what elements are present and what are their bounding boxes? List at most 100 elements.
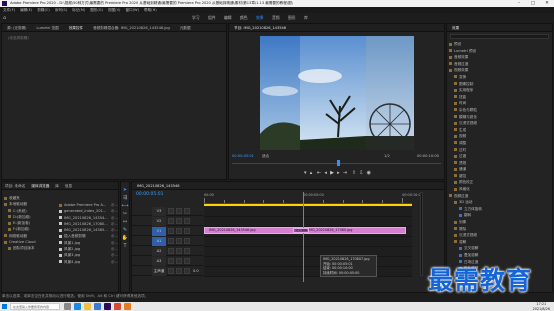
work-area-bar[interactable] — [204, 204, 412, 206]
file-list-item[interactable]: 风景4.jpg 示... — [59, 259, 118, 265]
track-lock-icon[interactable] — [168, 218, 174, 224]
effects-tree-item[interactable]: 3D 运动 — [449, 199, 552, 206]
effects-tree-item[interactable]: 视频效果 — [449, 67, 552, 74]
track-sync-icon[interactable] — [176, 258, 182, 264]
source-panel-tab[interactable]: 效果控件 — [69, 26, 83, 30]
menu-item[interactable]: 标记(M) — [72, 8, 85, 12]
source-panel-tab[interactable]: 源: (无剪辑) — [7, 26, 27, 30]
project-panel-tab[interactable]: 信息 — [65, 184, 72, 188]
pen-tool-icon[interactable]: ✎ — [121, 226, 129, 234]
go-to-out-icon[interactable]: ⇥ — [343, 170, 347, 176]
effects-tree-item[interactable]: 过时 — [449, 147, 552, 154]
program-timecode[interactable]: 00:00:05:01 — [232, 154, 254, 159]
maximize-icon[interactable]: □ — [526, 0, 540, 7]
workspace-tab[interactable]: 效果 — [256, 13, 264, 23]
play-icon[interactable]: ▶ — [330, 170, 334, 176]
go-to-in-icon[interactable]: ⇤ — [317, 170, 321, 176]
effects-tree-item[interactable]: 沉浸式视频 — [449, 232, 552, 239]
project-panel-tab[interactable]: 项目: 未命名 — [5, 184, 25, 188]
type-tool-icon[interactable]: T — [121, 242, 129, 250]
menu-item[interactable]: 文件(F) — [3, 8, 15, 12]
quality-dropdown[interactable]: 1/2 — [384, 154, 390, 159]
track-lock-icon[interactable] — [168, 268, 174, 274]
menu-item[interactable]: 帮助(H) — [144, 8, 157, 12]
track-sync-icon[interactable] — [176, 228, 182, 234]
timeline-clip[interactable]: 交叉溶解 — [293, 228, 309, 233]
effects-tree-item[interactable]: 调整 — [449, 140, 552, 147]
source-panel-tab[interactable]: Lumetri 范围 — [37, 26, 59, 30]
effects-tree-item[interactable]: 透视 — [449, 160, 552, 167]
effects-tree-item[interactable]: 生成 — [449, 127, 552, 134]
selection-tool-icon[interactable]: ➤ — [121, 186, 129, 194]
menu-item[interactable]: 视图(V) — [108, 8, 120, 12]
minimize-icon[interactable]: – — [512, 0, 526, 7]
step-forward-icon[interactable]: ▸ — [337, 170, 340, 176]
effects-tree-item[interactable]: 键控 — [449, 173, 552, 180]
effects-tree-item[interactable]: 叠加溶解 — [449, 252, 552, 259]
workspace-tab[interactable]: 颜色 — [240, 13, 248, 23]
workspace-tab[interactable]: 图形 — [288, 13, 296, 23]
menu-item[interactable]: 图形(G) — [90, 8, 103, 12]
effects-tree-item[interactable]: 通道 — [449, 166, 552, 173]
menu-item[interactable]: 编辑(E) — [20, 8, 32, 12]
premiere-icon[interactable] — [104, 303, 111, 310]
effects-tree-item[interactable]: 沉浸式视频 — [449, 120, 552, 127]
export-frame-icon[interactable]: ◉ — [367, 170, 371, 176]
effects-tab[interactable]: 效果 — [452, 26, 459, 30]
track-eye-icon[interactable] — [184, 248, 190, 254]
track-sync-icon[interactable] — [176, 218, 182, 224]
workspace-tab[interactable]: 库 — [304, 13, 308, 23]
system-clock[interactable]: 17:21 2021/8/26 — [533, 302, 550, 311]
project-panel-tab[interactable]: 媒体浏览器 — [31, 184, 49, 188]
track-lock-icon[interactable] — [168, 208, 174, 214]
source-panel-tab[interactable]: 音频剪辑混合器: IMG_20210826_143546.jpg — [93, 26, 170, 30]
effects-tree-item[interactable]: 音频效果 — [449, 54, 552, 61]
home-icon[interactable]: ⌂ — [3, 13, 6, 23]
program-playhead[interactable] — [337, 160, 340, 166]
effects-tree-item[interactable]: 擦除 — [449, 226, 552, 233]
ripple-edit-icon[interactable]: ⟷ — [121, 202, 129, 210]
track-lock-icon[interactable] — [168, 258, 174, 264]
sequence-tab[interactable]: IMG_20210826_143546 — [137, 184, 180, 188]
task-view-icon[interactable] — [64, 303, 71, 310]
effects-tree-item[interactable]: 变换 — [449, 74, 552, 81]
drive-tree-item[interactable]: 团队项目版本 — [4, 245, 56, 251]
chrome-icon[interactable] — [114, 303, 121, 310]
mark-in-icon[interactable]: ▾ — [304, 170, 307, 176]
effects-tree-item[interactable]: 视频过渡 — [449, 193, 552, 200]
start-icon[interactable] — [2, 304, 7, 309]
hand-tool-icon[interactable]: ✋ — [121, 234, 129, 242]
track-eye-icon[interactable] — [184, 228, 190, 234]
effects-tree-item[interactable]: 风格化 — [449, 186, 552, 193]
track-lock-icon[interactable] — [168, 248, 174, 254]
effects-tree-item[interactable]: 模糊与锐化 — [449, 114, 552, 121]
track-eye-icon[interactable] — [184, 268, 190, 274]
track-eye-icon[interactable] — [184, 238, 190, 244]
effects-tree-item[interactable]: 图像控制 — [449, 81, 552, 88]
mark-out-icon[interactable]: ▴ — [310, 170, 313, 176]
track-eye-icon[interactable] — [184, 218, 190, 224]
media-icon[interactable] — [124, 303, 131, 310]
track-lock-icon[interactable] — [168, 228, 174, 234]
track-sync-icon[interactable] — [176, 208, 182, 214]
workspace-tab[interactable]: 编辑 — [224, 13, 232, 23]
step-back-icon[interactable]: ◂ — [324, 170, 327, 176]
effects-tree-item[interactable]: 过渡 — [449, 153, 552, 160]
timeline-clip[interactable]: IMG_20210826_17080.jpg — [303, 227, 407, 234]
effects-tree-item[interactable]: 扭曲 — [449, 94, 552, 101]
time-ruler[interactable]: 00:00 00:00:05:00 00:00:10:00 — [204, 192, 423, 204]
effects-tree-item[interactable]: 划像 — [449, 219, 552, 226]
effects-tree-item[interactable]: 立方体旋转 — [449, 206, 552, 213]
timeline-timecode[interactable]: 00:00:05:01 — [136, 192, 163, 197]
store-icon[interactable] — [94, 303, 101, 310]
track-eye-icon[interactable] — [184, 258, 190, 264]
menu-item[interactable]: 序列(S) — [55, 8, 67, 12]
effects-tree-item[interactable]: 交叉溶解 — [449, 245, 552, 252]
effects-search[interactable] — [450, 34, 549, 39]
edge-icon[interactable] — [74, 303, 81, 310]
track-eye-icon[interactable] — [184, 208, 190, 214]
effects-tree-item[interactable]: 溶解 — [449, 239, 552, 246]
effects-tree-item[interactable]: 翻转 — [449, 212, 552, 219]
effects-tree-item[interactable]: 实用程序 — [449, 87, 552, 94]
track-select-icon[interactable]: ⇶ — [121, 194, 129, 202]
